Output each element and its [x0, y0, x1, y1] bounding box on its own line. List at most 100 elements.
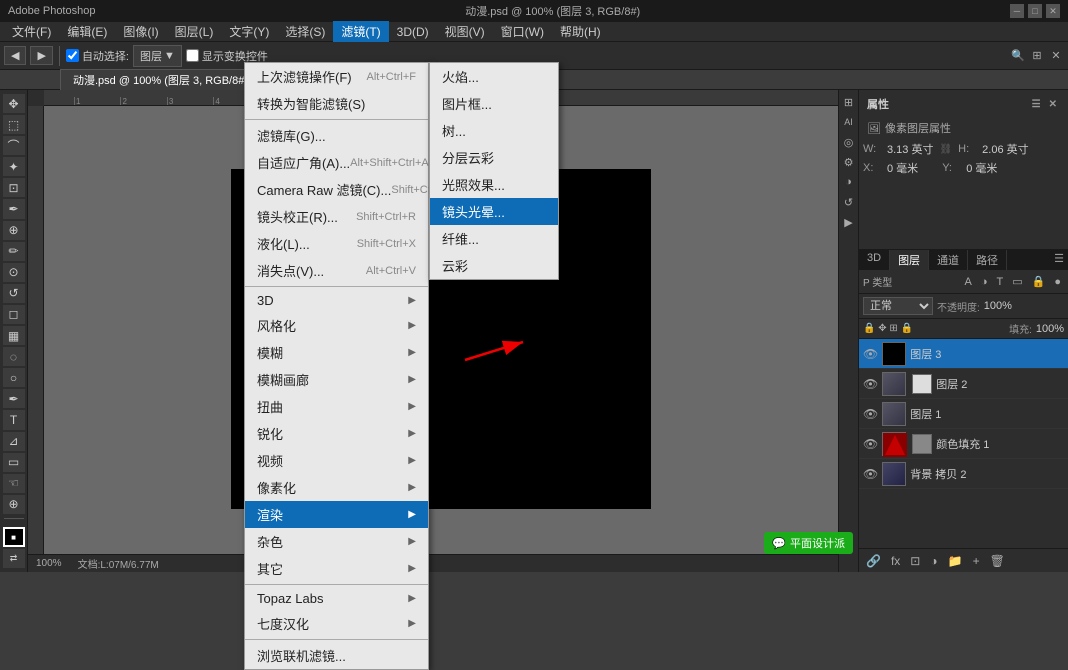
menu-layer[interactable]: 图层(L) [167, 21, 222, 42]
render-submenu-item-frame[interactable]: 图片框... [430, 90, 558, 117]
filter-menu-item-stylize[interactable]: 风格化 ▶ [245, 312, 428, 339]
filter-text-icon[interactable]: T [994, 275, 1007, 289]
close-button[interactable]: ✕ [1046, 4, 1060, 18]
properties-icon[interactable]: ⊞ [841, 94, 857, 110]
menu-text[interactable]: 文字(Y) [221, 21, 277, 42]
spot-heal-tool[interactable]: ⊕ [3, 221, 25, 240]
move-tool[interactable]: ✥ [3, 94, 25, 113]
render-submenu-item-lighting[interactable]: 光照效果... [430, 171, 558, 198]
path-tool[interactable]: ⊿ [3, 432, 25, 451]
filter-menu-item-blurgallery[interactable]: 模糊画廊 ▶ [245, 366, 428, 393]
filter-menu-item-adaptive[interactable]: 自适应广角(A)... Alt+Shift+Ctrl+A [245, 149, 428, 176]
action-icon[interactable]: ▶ [841, 214, 857, 230]
filter-menu-item-3d[interactable]: 3D ▶ [245, 289, 428, 312]
color-icon[interactable]: ◑ [841, 174, 857, 190]
filter-menu-item-online[interactable]: 浏览联机滤镜... [245, 642, 428, 669]
foreground-color[interactable]: ■ [3, 527, 25, 547]
layer-visibility-icon[interactable]: 👁 [863, 347, 878, 361]
filter-menu-item-other[interactable]: 其它 ▶ [245, 555, 428, 582]
menu-edit[interactable]: 编辑(E) [59, 21, 115, 42]
tab-3d[interactable]: 3D [859, 250, 890, 270]
filter-menu-item-render[interactable]: 渲染 ▶ [245, 501, 428, 528]
dodge-tool[interactable]: ○ [3, 368, 25, 387]
blur-tool[interactable]: ◌ [3, 347, 25, 366]
menu-window[interactable]: 窗口(W) [493, 21, 552, 42]
delete-layer-icon[interactable]: 🗑 [987, 553, 1008, 569]
forward-button[interactable]: ▶ [30, 46, 52, 65]
tab-paths[interactable]: 路径 [968, 250, 1007, 270]
filter-menu-item-distort[interactable]: 扭曲 ▶ [245, 393, 428, 420]
filter-menu-item-video[interactable]: 视频 ▶ [245, 447, 428, 474]
layer-item[interactable]: 👁 图层 1 [859, 399, 1068, 429]
select-tool[interactable]: ⬚ [3, 115, 25, 134]
auto-select-checkbox[interactable] [66, 49, 79, 62]
layer-item[interactable]: 👁 图层 3 [859, 339, 1068, 369]
layer-visibility-icon[interactable]: 👁 [863, 407, 878, 421]
layers-menu-icon[interactable]: ☰ [1050, 250, 1068, 270]
brush-preset-icon[interactable]: ◎ [841, 134, 857, 150]
blend-mode-select[interactable]: 正常 [863, 297, 933, 315]
filter-menu-item-topaz[interactable]: Topaz Labs ▶ [245, 587, 428, 610]
layer-item[interactable]: 👁 图层 2 [859, 369, 1068, 399]
layer-visibility-icon[interactable]: 👁 [863, 467, 878, 481]
crop-tool[interactable]: ⊡ [3, 178, 25, 197]
eraser-tool[interactable]: ◻ [3, 305, 25, 324]
layer-item[interactable]: 👁 颜色填充 1 [859, 429, 1068, 459]
history-tool[interactable]: ↺ [3, 284, 25, 303]
filter-menu-item-pixelate[interactable]: 像素化 ▶ [245, 474, 428, 501]
filter-adj-icon[interactable]: ◑ [978, 275, 991, 289]
render-submenu-item-cloudbase[interactable]: 云彩 [430, 252, 558, 279]
adjustment-icon[interactable]: ⚙ [841, 154, 857, 170]
gradient-tool[interactable]: ▦ [3, 326, 25, 345]
layer-visibility-icon[interactable]: 👁 [863, 377, 878, 391]
render-submenu-item-flame[interactable]: 火焰... [430, 63, 558, 90]
maximize-button[interactable]: □ [1028, 4, 1042, 18]
pen-tool[interactable]: ✒ [3, 389, 25, 408]
layer-item[interactable]: 👁 背景 拷贝 2 [859, 459, 1068, 489]
close-search-button[interactable]: ✕ [1048, 48, 1064, 64]
menu-file[interactable]: 文件(F) [4, 21, 59, 42]
render-submenu-item-lensflare[interactable]: 镜头光晕... [430, 198, 558, 225]
lasso-tool[interactable]: ⌒ [3, 136, 25, 155]
filter-menu-item-noise[interactable]: 杂色 ▶ [245, 528, 428, 555]
doc-tab[interactable]: 动漫.psd @ 100% (图层 3, RGB/8#) × [60, 69, 271, 90]
add-group-icon[interactable]: 📁 [945, 553, 966, 569]
filter-menu-item-sharpen[interactable]: 锐化 ▶ [245, 420, 428, 447]
add-style-icon[interactable]: fx [888, 553, 903, 569]
menu-image[interactable]: 图像(I) [115, 21, 166, 42]
back-button[interactable]: ◀ [4, 46, 26, 65]
ai-icon[interactable]: AI [841, 114, 857, 130]
render-submenu-item-tree[interactable]: 树... [430, 117, 558, 144]
eyedropper-tool[interactable]: ✒ [3, 199, 25, 218]
shape-tool[interactable]: ▭ [3, 453, 25, 472]
add-mask-icon[interactable]: ⊡ [907, 553, 923, 569]
filter-lock-icon[interactable]: 🔒 [1029, 274, 1049, 289]
filter-menu-item-last[interactable]: 上次滤镜操作(F) Alt+Ctrl+F [245, 63, 428, 90]
search-button[interactable]: 🔍 [1010, 48, 1026, 64]
minimize-button[interactable]: ─ [1010, 4, 1024, 18]
tab-channels[interactable]: 通道 [929, 250, 968, 270]
filter-menu-item-7degree[interactable]: 七度汉化 ▶ [245, 610, 428, 637]
type-tool[interactable]: T [3, 410, 25, 429]
menu-help[interactable]: 帮助(H) [552, 21, 609, 42]
add-adjustment-icon[interactable]: ◑ [927, 553, 940, 569]
menu-view[interactable]: 视图(V) [437, 21, 493, 42]
hand-tool[interactable]: ☜ [3, 474, 25, 493]
filter-shape-icon[interactable]: ▭ [1009, 274, 1025, 289]
tab-layers[interactable]: 图层 [890, 250, 929, 270]
filter-menu-item-liquify[interactable]: 液化(L)... Shift+Ctrl+X [245, 230, 428, 257]
history-icon[interactable]: ↺ [841, 194, 857, 210]
menu-3d[interactable]: 3D(D) [389, 23, 437, 41]
clone-tool[interactable]: ⊙ [3, 263, 25, 282]
filter-menu-item-blur[interactable]: 模糊 ▶ [245, 339, 428, 366]
zoom-tool[interactable]: ⊕ [3, 495, 25, 514]
link-layers-icon[interactable]: 🔗 [863, 553, 884, 569]
filter-toggle[interactable]: ● [1051, 275, 1064, 289]
magic-wand-tool[interactable]: ✦ [3, 157, 25, 176]
filter-menu-item-cameraraw[interactable]: Camera Raw 滤镜(C)... Shift+Ctrl+A [245, 176, 428, 203]
swap-colors[interactable]: ⇄ [3, 549, 25, 568]
layer-dropdown[interactable]: 图层 ▼ [133, 45, 182, 67]
add-layer-icon[interactable]: + [970, 553, 983, 569]
layer-visibility-icon[interactable]: 👁 [863, 437, 878, 451]
menu-filter[interactable]: 滤镜(T) [333, 21, 388, 42]
